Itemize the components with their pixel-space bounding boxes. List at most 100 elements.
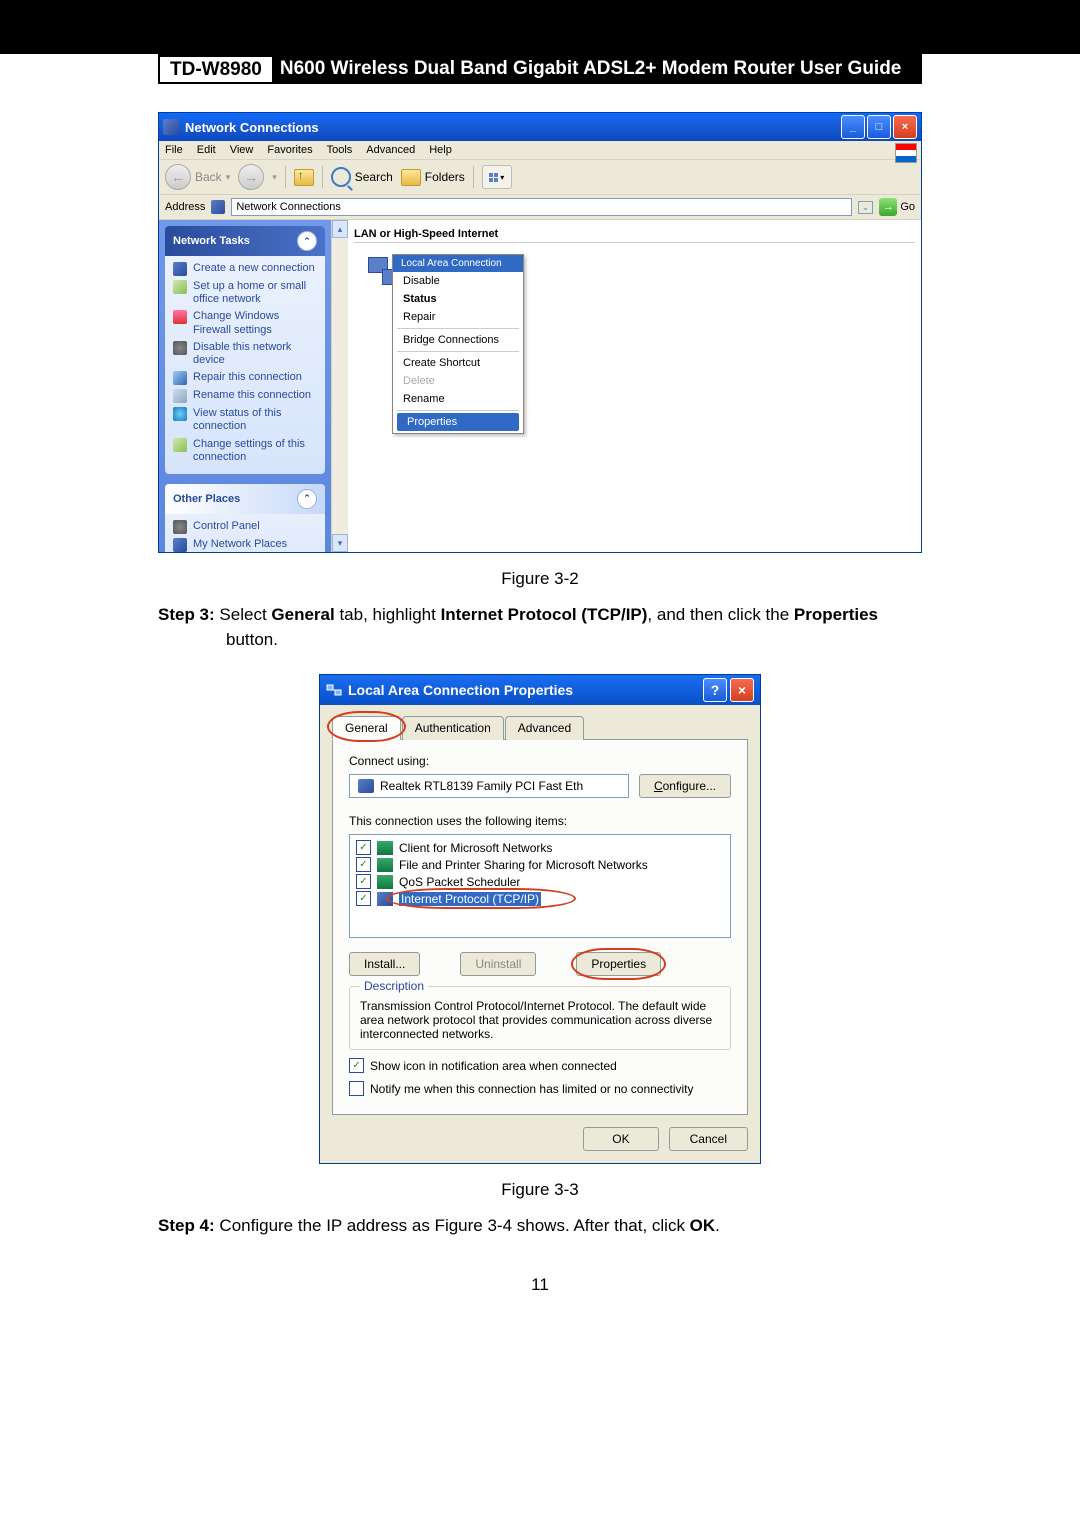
minimize-button[interactable]: _ — [841, 115, 865, 139]
collapse-icon[interactable]: ⌃ — [297, 489, 317, 509]
address-input[interactable] — [231, 198, 851, 216]
items-list[interactable]: ✓Client for Microsoft Networks ✓File and… — [349, 834, 731, 938]
menu-bar: File Edit View Favorites Tools Advanced … — [159, 141, 921, 160]
menu-advanced[interactable]: Advanced — [366, 144, 415, 156]
back-button[interactable]: ←Back▾ — [165, 164, 230, 190]
install-button[interactable]: Install... — [349, 952, 420, 976]
tcpip-icon — [377, 892, 393, 906]
checkbox-icon[interactable]: ✓ — [356, 857, 371, 872]
uninstall-button[interactable]: Uninstall — [460, 952, 536, 976]
task-rename[interactable]: Rename this connection — [173, 387, 317, 405]
description-box: Description Transmission Control Protoco… — [349, 986, 731, 1050]
tab-general[interactable]: General — [332, 716, 401, 740]
dialog-title: Local Area Connection Properties — [348, 682, 573, 698]
ctx-bridge[interactable]: Bridge Connections — [393, 331, 523, 349]
titlebar: Network Connections _ □ × — [159, 113, 921, 141]
search-icon — [331, 167, 351, 187]
ok-button[interactable]: OK — [583, 1127, 658, 1151]
menu-favorites[interactable]: Favorites — [267, 144, 312, 156]
settings-icon — [173, 438, 187, 452]
show-icon-checkbox[interactable]: ✓Show icon in notification area when con… — [349, 1058, 731, 1073]
ctx-delete: Delete — [393, 372, 523, 390]
description-label: Description — [360, 979, 428, 993]
cancel-button[interactable]: Cancel — [669, 1127, 748, 1151]
dialog-icon — [326, 682, 342, 698]
task-create-connection[interactable]: Create a new connection — [173, 260, 317, 278]
address-label: Address — [165, 201, 205, 213]
checkbox-icon[interactable]: ✓ — [356, 840, 371, 855]
network-tasks-panel: Network Tasks ⌃ Create a new connection … — [165, 226, 325, 474]
address-icon — [211, 200, 225, 214]
other-places-header: Other Places — [173, 493, 240, 505]
windows-flag-icon — [895, 143, 917, 163]
model-number: TD-W8980 — [158, 54, 274, 84]
up-folder-icon[interactable]: ↑ — [294, 169, 314, 186]
ctx-shortcut[interactable]: Create Shortcut — [393, 354, 523, 372]
task-firewall[interactable]: Change Windows Firewall settings — [173, 308, 317, 338]
window-title: Network Connections — [185, 120, 841, 135]
help-button[interactable]: ? — [703, 678, 727, 702]
step-4: Step 4: Configure the IP address as Figu… — [158, 1214, 922, 1239]
scroll-down-icon[interactable]: ▾ — [332, 534, 348, 552]
sidebar: Network Tasks ⌃ Create a new connection … — [159, 220, 331, 552]
folder-icon — [401, 169, 421, 186]
menu-tools[interactable]: Tools — [327, 144, 353, 156]
task-view-status[interactable]: View status of this connection — [173, 405, 317, 435]
toolbar: ←Back▾ → ▾ ↑ Search Folders ▾ — [159, 160, 921, 195]
task-repair[interactable]: Repair this connection — [173, 369, 317, 387]
tab-content: Connect using: Realtek RTL8139 Family PC… — [332, 739, 748, 1115]
list-item-tcpip[interactable]: ✓Internet Protocol (TCP/IP) — [354, 890, 726, 907]
task-disable[interactable]: Disable this network device — [173, 339, 317, 369]
tab-advanced[interactable]: Advanced — [505, 716, 584, 740]
notify-checkbox[interactable]: Notify me when this connection has limit… — [349, 1081, 731, 1096]
list-item[interactable]: ✓Client for Microsoft Networks — [354, 839, 726, 856]
views-button[interactable]: ▾ — [482, 165, 512, 189]
figure-3-3-caption: Figure 3-3 — [158, 1180, 922, 1200]
go-button[interactable]: →Go — [879, 198, 915, 216]
checkbox-icon[interactable]: ✓ — [356, 891, 371, 906]
maximize-button[interactable]: □ — [867, 115, 891, 139]
network-tasks-header: Network Tasks — [173, 235, 250, 247]
configure-button[interactable]: Configure... — [639, 774, 731, 798]
status-icon — [173, 407, 187, 421]
task-setup-network[interactable]: Set up a home or small office network — [173, 278, 317, 308]
menu-help[interactable]: Help — [429, 144, 452, 156]
menu-file[interactable]: File — [165, 144, 183, 156]
ctx-status[interactable]: Status — [393, 290, 523, 308]
firewall-icon — [173, 310, 187, 324]
checkbox-icon[interactable] — [349, 1081, 364, 1096]
tab-authentication[interactable]: Authentication — [402, 716, 504, 740]
scroll-up-icon[interactable]: ▴ — [332, 220, 348, 238]
close-button[interactable]: × — [730, 678, 754, 702]
figure-3-2-caption: Figure 3-2 — [158, 569, 922, 589]
address-dropdown-icon[interactable]: ⌄ — [858, 201, 874, 214]
lan-properties-dialog: Local Area Connection Properties ? × Gen… — [319, 674, 761, 1164]
close-button[interactable]: × — [893, 115, 917, 139]
checkbox-icon[interactable]: ✓ — [356, 874, 371, 889]
place-control-panel[interactable]: Control Panel — [173, 518, 317, 536]
properties-button[interactable]: Properties — [576, 952, 661, 976]
ctx-rename[interactable]: Rename — [393, 390, 523, 408]
forward-button[interactable]: → — [238, 164, 264, 190]
place-network-places[interactable]: My Network Places — [173, 536, 317, 552]
collapse-icon[interactable]: ⌃ — [297, 231, 317, 251]
network-places-icon — [173, 538, 187, 552]
ctx-properties[interactable]: Properties — [397, 413, 519, 431]
folders-button[interactable]: Folders — [401, 169, 465, 186]
checkbox-icon[interactable]: ✓ — [349, 1058, 364, 1073]
list-item[interactable]: ✓QoS Packet Scheduler — [354, 873, 726, 890]
client-icon — [377, 841, 393, 855]
items-label: This connection uses the following items… — [349, 814, 731, 828]
search-button[interactable]: Search — [331, 167, 393, 187]
connect-using-label: Connect using: — [349, 754, 731, 768]
ctx-disable[interactable]: Disable — [393, 272, 523, 290]
network-icon — [163, 119, 179, 135]
description-text: Transmission Control Protocol/Internet P… — [360, 999, 720, 1041]
ctx-repair[interactable]: Repair — [393, 308, 523, 326]
menu-view[interactable]: View — [230, 144, 254, 156]
list-item[interactable]: ✓File and Printer Sharing for Microsoft … — [354, 856, 726, 873]
task-change-settings[interactable]: Change settings of this connection — [173, 436, 317, 466]
menu-edit[interactable]: Edit — [197, 144, 216, 156]
sidebar-scrollbar[interactable]: ▴ ▾ — [331, 220, 348, 552]
network-setup-icon — [173, 280, 187, 294]
